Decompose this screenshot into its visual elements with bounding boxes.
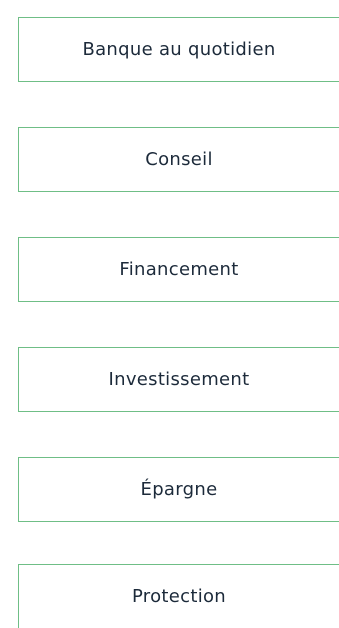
menu-item-banque-au-quotidien[interactable]: Banque au quotidien: [18, 17, 339, 82]
menu-item-label: Épargne: [140, 479, 218, 500]
menu-item-financement[interactable]: Financement: [18, 237, 339, 302]
menu-item-label: Conseil: [145, 149, 213, 170]
menu-item-label: Protection: [131, 586, 227, 607]
menu-item-conseil[interactable]: Conseil: [18, 127, 339, 192]
menu-item-epargne[interactable]: Épargne: [18, 457, 339, 522]
menu-item-protection[interactable]: Protection: [18, 564, 339, 628]
menu-item-investissement[interactable]: Investissement: [18, 347, 339, 412]
menu-item-label: Banque au quotidien: [82, 39, 276, 60]
category-menu: Banque au quotidien Conseil Financement …: [0, 0, 339, 628]
menu-item-label: Investissement: [108, 369, 250, 390]
menu-item-label: Financement: [119, 259, 239, 280]
